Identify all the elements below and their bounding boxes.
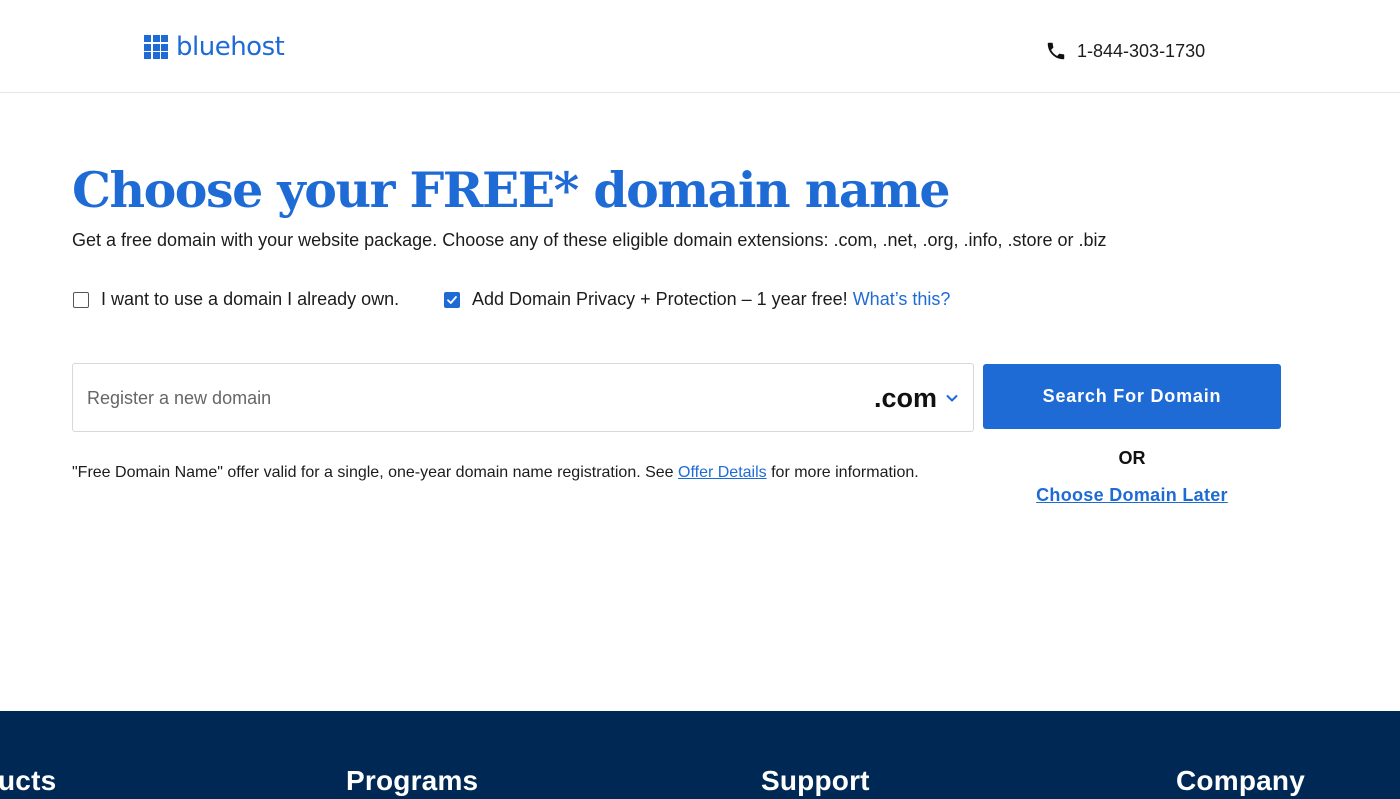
search-domain-button[interactable]: Search For Domain [983,364,1281,429]
own-domain-label: I want to use a domain I already own. [101,289,400,309]
site-header: bluehost 1-844-303-1730 [0,0,1400,93]
phone-icon [1047,42,1065,60]
logo-text: bluehost [176,32,285,62]
privacy-label: Add Domain Privacy + Protection – 1 year… [472,289,848,309]
offer-disclaimer: "Free Domain Name" offer valid for a sin… [72,464,919,482]
chevron-down-icon [946,395,958,402]
own-domain-option[interactable]: I want to use a domain I already own. [73,289,399,310]
domain-search-box: .com [72,363,974,433]
offer-details-link[interactable]: Offer Details [678,464,767,481]
footer-heading-products[interactable]: ucts [0,765,56,797]
phone-number: 1-844-303-1730 [1077,40,1206,61]
domain-search-input[interactable] [85,364,849,433]
logo-grid-icon [144,35,168,59]
site-footer: ucts Programs Support Company [0,711,1400,799]
tld-selected-value: .com [873,382,937,413]
privacy-checkbox[interactable] [444,291,460,308]
disclaimer-text-before: "Free Domain Name" offer valid for a sin… [72,464,679,481]
footer-heading-programs[interactable]: Programs [346,765,478,797]
page-subtitle: Get a free domain with your website pack… [72,230,1107,250]
footer-heading-company[interactable]: Company [1176,765,1305,797]
tld-dropdown[interactable]: .com [874,378,959,418]
phone-contact[interactable]: 1-844-303-1730 [1045,40,1205,62]
choose-domain-later-link[interactable]: Choose Domain Later [983,485,1281,506]
bluehost-logo[interactable]: bluehost [144,32,285,62]
own-domain-checkbox[interactable] [73,291,89,308]
footer-heading-support[interactable]: Support [761,765,870,797]
disclaimer-text-after: for more information. [766,464,919,481]
or-divider-label: OR [1118,448,1146,468]
privacy-option[interactable]: Add Domain Privacy + Protection – 1 year… [444,289,950,310]
checkmark-icon [447,295,457,304]
whats-this-link[interactable]: What’s this? [853,289,951,310]
page-title: Choose your FREE* domain name [72,161,951,219]
